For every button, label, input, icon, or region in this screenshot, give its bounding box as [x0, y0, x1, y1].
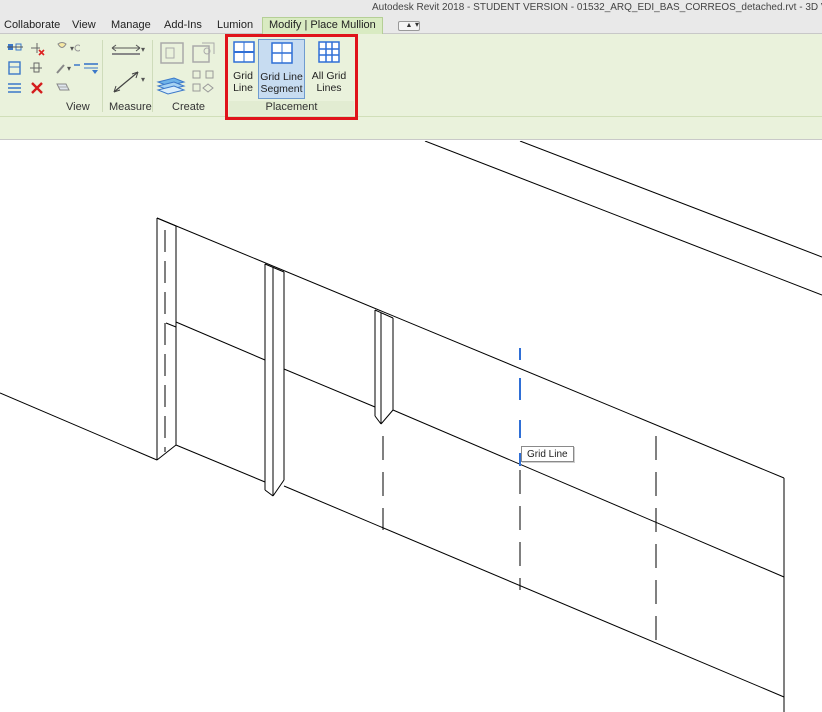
- curtain-wall-top-edge: [156, 217, 785, 479]
- panel-divider: [152, 40, 153, 112]
- window-title: Autodesk Revit 2018 - STUDENT VERSION - …: [372, 2, 822, 13]
- horizontal-grid-line: [392, 409, 785, 578]
- panel-divider: [102, 40, 103, 112]
- options-bar: [0, 116, 822, 140]
- mullion-edge: [272, 479, 285, 497]
- mullion-edge: [380, 409, 394, 425]
- tab-view[interactable]: View: [72, 19, 96, 31]
- create-assembly-icon[interactable]: [158, 40, 188, 66]
- svg-text:▾: ▾: [67, 64, 71, 73]
- create-group-icon[interactable]: [154, 70, 190, 98]
- tab-lumion[interactable]: Lumion: [217, 19, 253, 31]
- mullion-edge: [264, 263, 285, 273]
- panel-label-create: Create: [172, 101, 206, 113]
- placement-highlight-box: [225, 34, 358, 120]
- svg-text:▾: ▾: [141, 45, 145, 54]
- roof-edge-line: [424, 141, 822, 296]
- horizontal-grid-line: [175, 321, 266, 361]
- tab-collaborate[interactable]: Collaborate: [4, 19, 60, 31]
- mullion-edge: [374, 415, 382, 425]
- 3d-viewport[interactable]: [0, 141, 822, 712]
- mullion-edge: [156, 217, 177, 227]
- tab-modify-place-mullion[interactable]: Modify | Place Mullion: [262, 17, 383, 35]
- panel-label-measure: Measure: [109, 101, 152, 113]
- mullion-edge: [374, 309, 394, 319]
- align-icon[interactable]: [6, 40, 28, 56]
- create-similar-icon[interactable]: [190, 68, 218, 96]
- paint-icon[interactable]: ▾: [54, 60, 80, 76]
- unpin-icon[interactable]: [28, 40, 46, 56]
- create-parts-icon[interactable]: [190, 40, 220, 66]
- grid-line-tooltip: Grid Line: [521, 446, 574, 462]
- dimension-icon[interactable]: ▾: [110, 68, 150, 96]
- horizontal-grid-line: [165, 322, 177, 328]
- ground-line: [0, 392, 158, 461]
- mullion-edge: [156, 444, 177, 461]
- chevron-down-icon[interactable]: ▾: [415, 20, 419, 29]
- delete-icon[interactable]: [28, 80, 46, 96]
- svg-text:▾: ▾: [70, 44, 74, 53]
- bottom-edge-line: [175, 444, 266, 483]
- linework-icon[interactable]: [82, 60, 100, 76]
- roof-edge-line: [519, 141, 822, 258]
- mullion-edge: [264, 489, 274, 497]
- bottom-edge-line: [283, 485, 785, 698]
- title-bar: Autodesk Revit 2018 - STUDENT VERSION - …: [0, 0, 822, 17]
- measure-between-references-icon[interactable]: ▾: [108, 40, 148, 60]
- view-hide-icon[interactable]: [54, 80, 72, 96]
- svg-text:▾: ▾: [141, 75, 145, 84]
- tab-add-ins[interactable]: Add-Ins: [164, 19, 202, 31]
- horizontal-grid-line: [283, 368, 376, 408]
- panel-label-view: View: [66, 101, 90, 113]
- hide-element-icon[interactable]: ▾: [54, 40, 80, 56]
- split-icon[interactable]: [6, 80, 24, 96]
- tab-manage[interactable]: Manage: [111, 19, 151, 31]
- copy-to-clipboard-icon[interactable]: [6, 60, 24, 76]
- pin-icon[interactable]: [28, 60, 46, 76]
